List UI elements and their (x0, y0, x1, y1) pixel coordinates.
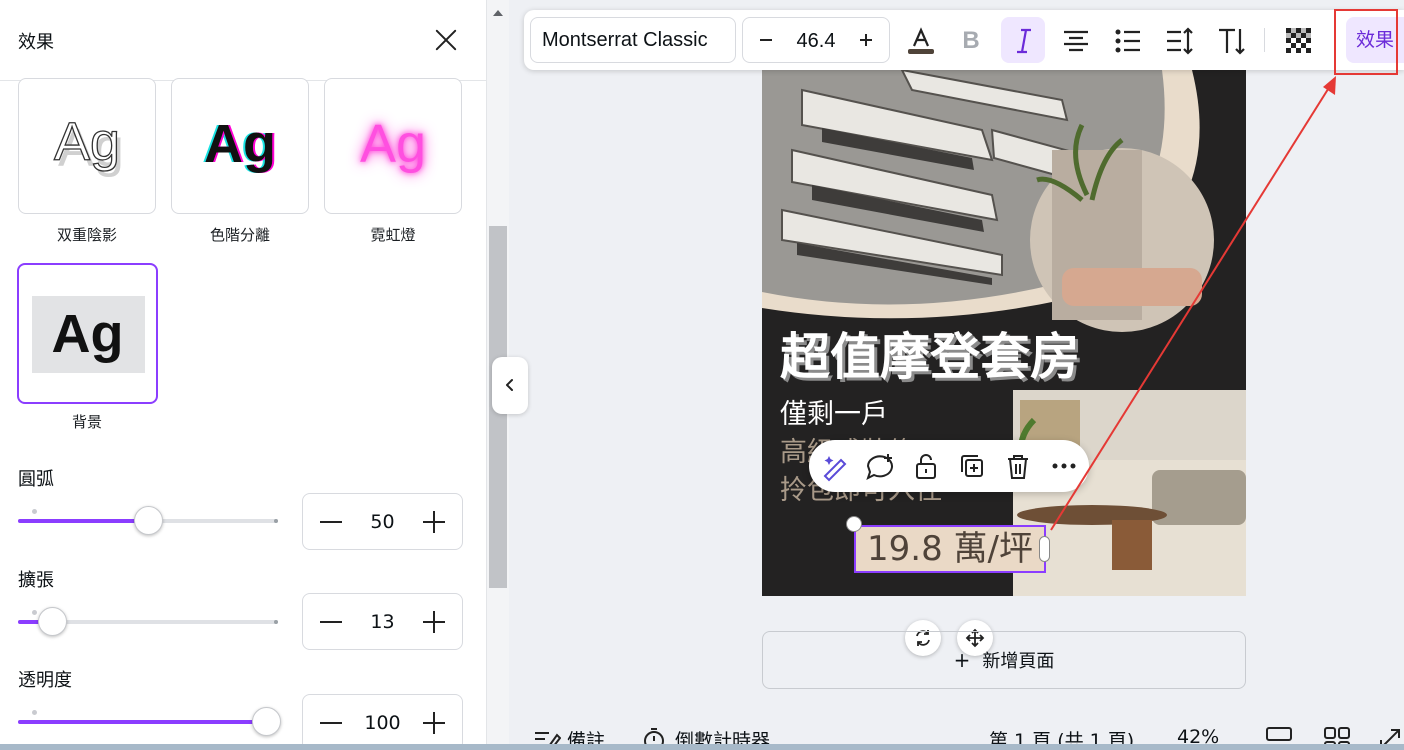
effect-tile-double-shadow[interactable]: Ag Ag (18, 78, 156, 214)
design-headline[interactable]: 超值摩登套房 (780, 317, 1080, 389)
annotation-highlight-box (1334, 9, 1398, 75)
spread-value[interactable]: 13 (347, 611, 418, 633)
effect-tile-neon[interactable]: Ag (324, 78, 462, 214)
more-icon[interactable] (1048, 450, 1080, 482)
bold-button[interactable]: B (949, 17, 993, 63)
spread-stepper: 13 (302, 593, 463, 650)
text-vertical-icon (1219, 28, 1245, 55)
spread-label: 擴張 (18, 570, 54, 591)
transparency-value[interactable]: 100 (347, 712, 418, 734)
duplicate-icon[interactable] (956, 450, 988, 482)
panel-header: 效果 (0, 0, 487, 81)
add-page-label: 新增頁面 (982, 651, 1055, 672)
transparency-stepper: 100 (302, 694, 463, 750)
resize-handle-right[interactable] (1039, 536, 1050, 562)
collapse-panel-button[interactable] (492, 357, 528, 414)
ag-preview-neon: Ag (359, 114, 427, 174)
minus-icon[interactable] (317, 508, 345, 536)
spread-thumb[interactable] (37, 607, 67, 636)
transparency-fill (18, 720, 266, 724)
decrease-size-icon[interactable] (755, 29, 777, 51)
line-spacing-icon (1167, 27, 1193, 55)
roundness-stepper: 50 (302, 493, 463, 550)
plus-icon: + (953, 648, 971, 672)
ag-preview-shadow-front: Ag (53, 112, 121, 172)
transparency-label: 透明度 (18, 670, 72, 691)
effect-tile-glitch[interactable]: Ag Ag Ag (171, 78, 309, 214)
effect-name: 背景 (71, 413, 102, 431)
slider-default-dot (32, 710, 37, 715)
effect-tile-background[interactable]: Ag (17, 263, 158, 404)
bold-icon: B (962, 27, 980, 54)
text-color-icon (908, 27, 934, 54)
add-page-button[interactable]: + 新增頁面 (762, 631, 1246, 689)
trash-icon[interactable] (1002, 450, 1034, 482)
roundness-value[interactable]: 50 (347, 511, 418, 533)
plus-icon[interactable] (420, 508, 448, 536)
transparency-thumb[interactable] (252, 707, 281, 736)
text-toolbar: Montserrat Classic 46.4 B 效果 (524, 10, 1404, 70)
font-family-select[interactable]: Montserrat Classic (530, 17, 736, 63)
slider-default-dot (32, 509, 37, 514)
element-context-menu (809, 440, 1089, 492)
panel-title: 效果 (18, 32, 54, 53)
design-line-1[interactable]: 僅剩一戶 (780, 392, 888, 431)
spread-slider[interactable] (18, 607, 278, 636)
slider-end-dot (274, 519, 278, 523)
effect-name: 霓虹燈 (370, 226, 416, 244)
ag-preview-glitch-main: Ag (204, 114, 276, 174)
align-center-icon (1064, 30, 1088, 52)
resize-handle-left[interactable] (846, 516, 862, 532)
plus-icon[interactable] (420, 608, 448, 636)
effect-name: 双重陰影 (56, 226, 117, 244)
italic-button[interactable] (1001, 17, 1045, 63)
slider-default-dot (32, 610, 37, 615)
transparency-slider[interactable] (18, 707, 281, 736)
ag-preview-background: Ag (51, 304, 124, 364)
magic-edit-icon[interactable] (819, 450, 851, 482)
transparency-icon (1286, 28, 1311, 53)
effect-name: 色階分離 (209, 226, 270, 244)
roundness-fill (18, 519, 148, 523)
plus-icon[interactable] (420, 709, 448, 737)
minus-icon[interactable] (317, 709, 345, 737)
spacing-button[interactable] (1157, 17, 1201, 63)
effects-panel: 效果 Ag Ag 双重陰影 Ag Ag Ag 色階分離 Ag 霓虹燈 Ag 背景… (0, 0, 487, 750)
roundness-label: 圓弧 (18, 469, 54, 490)
scroll-up-icon[interactable] (493, 10, 503, 16)
bullet-list-icon (1115, 29, 1140, 53)
text-size-button[interactable] (1209, 17, 1253, 63)
close-icon[interactable] (428, 22, 464, 58)
roundness-slider[interactable] (18, 506, 278, 535)
font-size-value[interactable]: 46.4 (783, 30, 849, 53)
transparency-button[interactable] (1276, 17, 1320, 63)
toolbar-divider (1264, 28, 1265, 52)
price-textbox[interactable]: 19.8 萬/坪 (854, 525, 1046, 573)
chevron-left-icon (506, 379, 513, 391)
align-button[interactable] (1053, 17, 1097, 63)
minus-icon[interactable] (317, 608, 345, 636)
text-color-button[interactable] (898, 17, 942, 63)
list-button[interactable] (1105, 17, 1149, 63)
comment-add-icon[interactable] (864, 450, 896, 482)
increase-size-icon[interactable] (855, 29, 877, 51)
font-size-stepper: 46.4 (742, 17, 890, 63)
italic-icon (1017, 28, 1031, 54)
lock-icon[interactable] (910, 450, 942, 482)
design-page[interactable]: 超值摩登套房 僅剩一戶 高級感裝修! 拎包即可入住 19.8 萬/坪 (762, 70, 1246, 596)
window-bottom-strip (0, 744, 1404, 750)
slider-end-dot (274, 620, 278, 624)
roundness-thumb[interactable] (134, 506, 163, 535)
